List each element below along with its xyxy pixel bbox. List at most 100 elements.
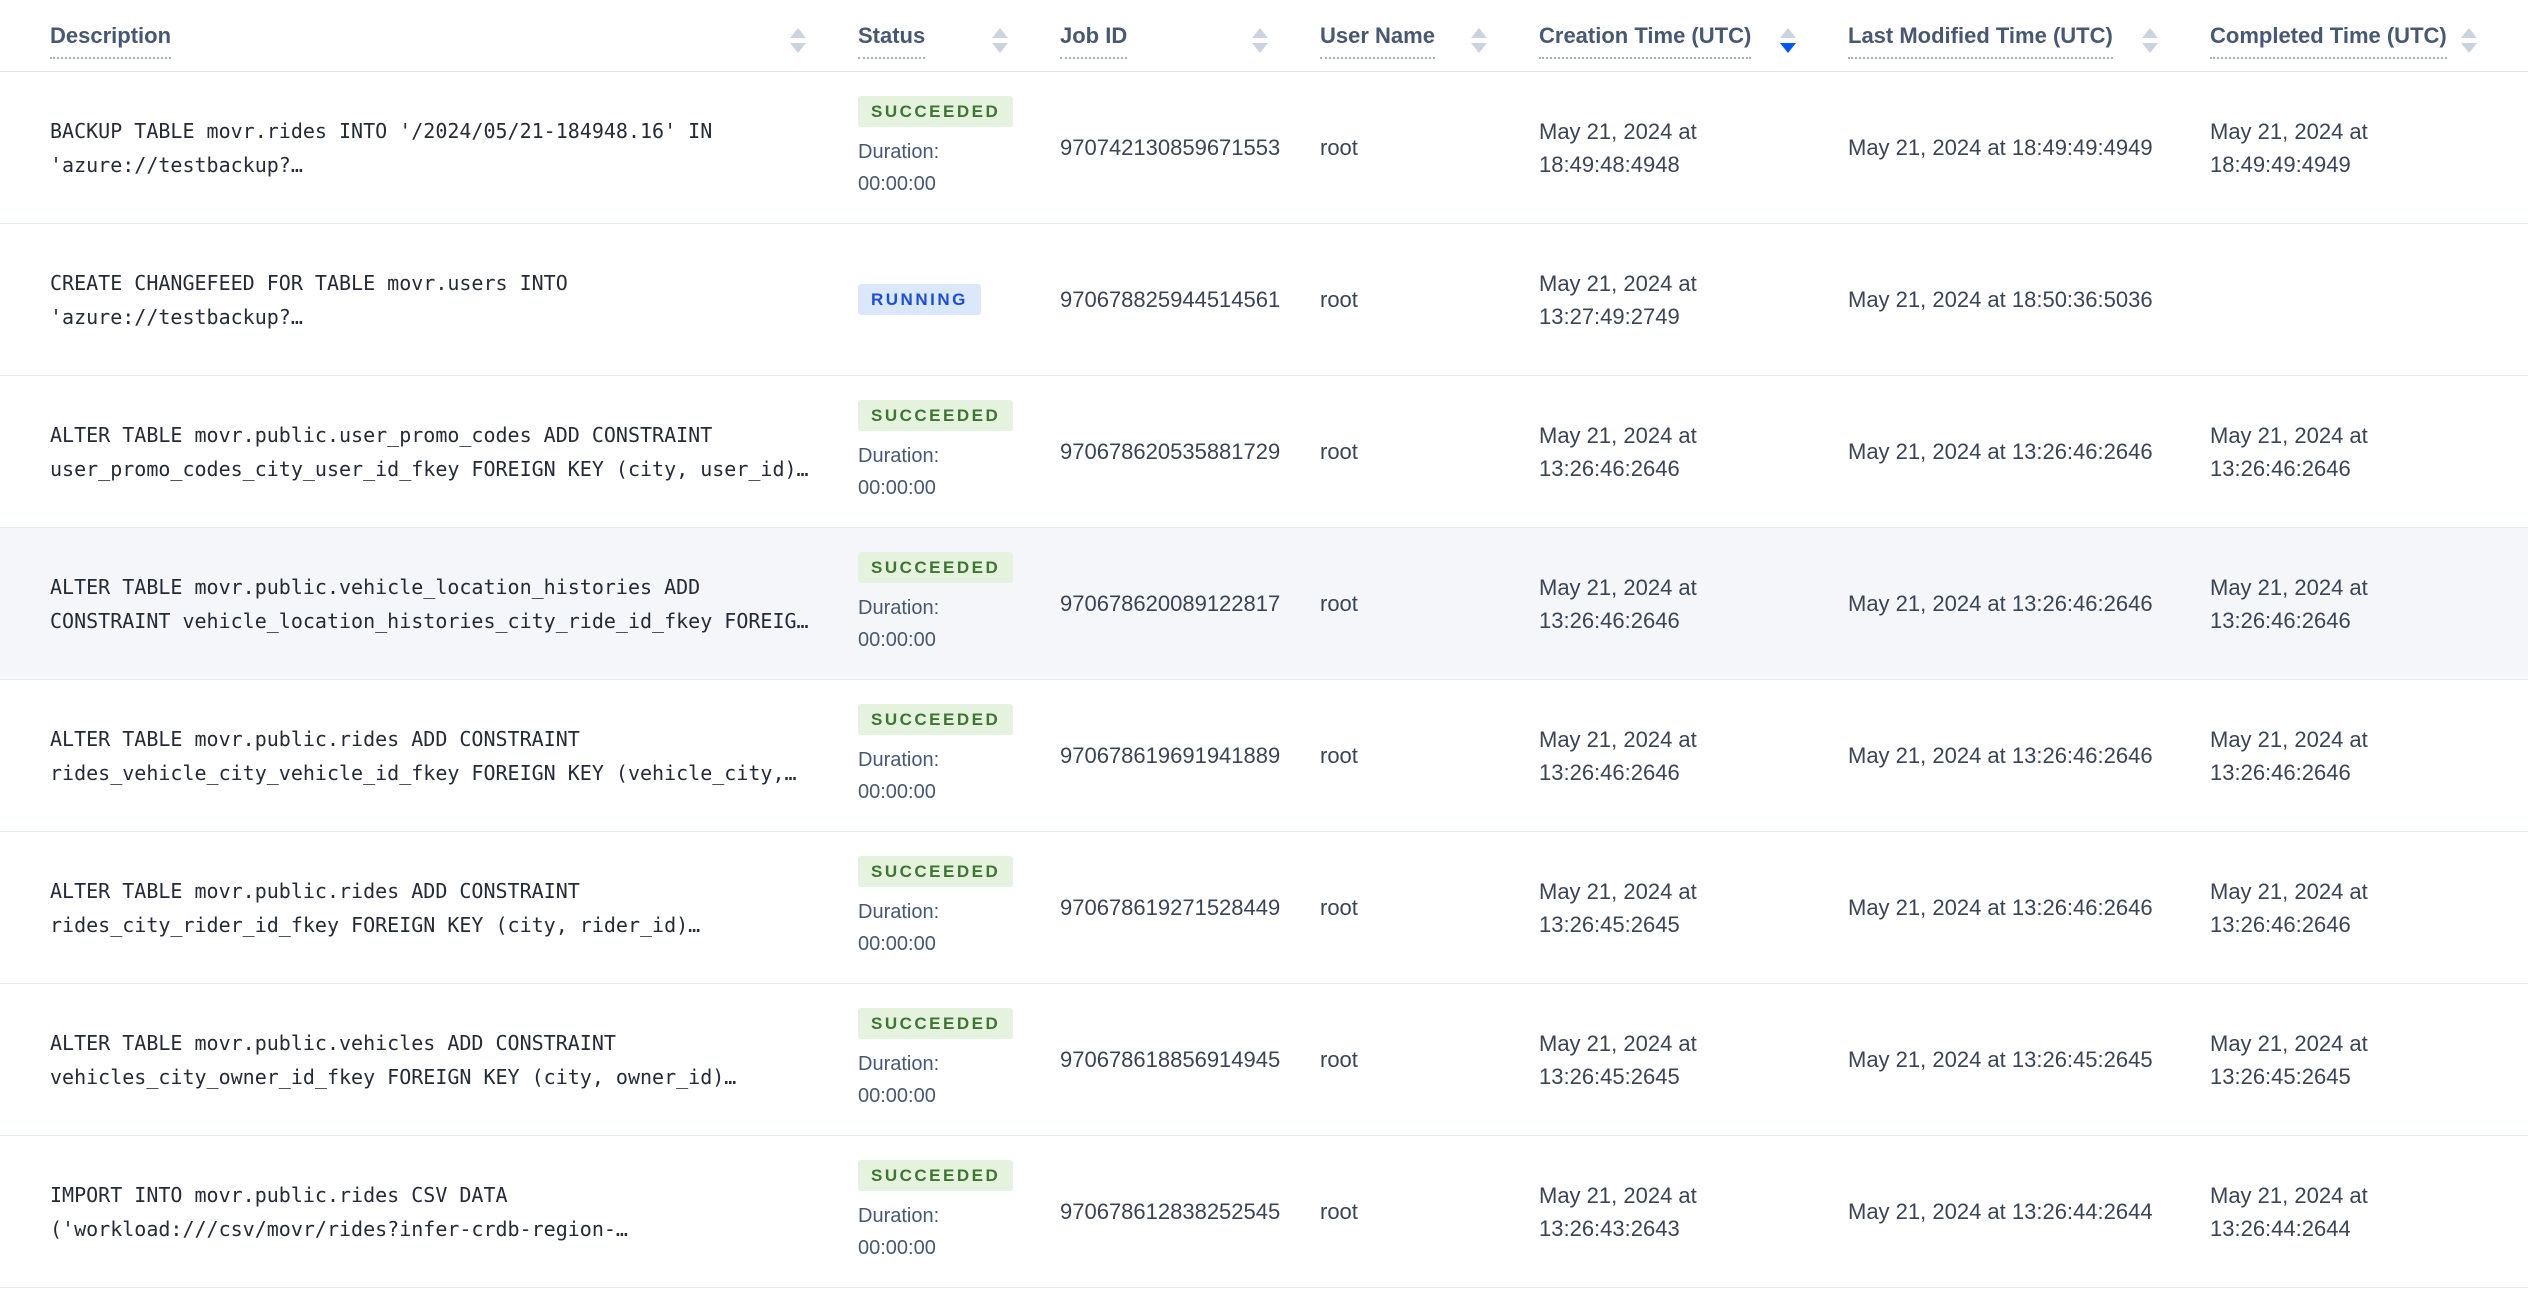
last-modified-cell: May 21, 2024 at 13:26:46:2646: [1848, 439, 2153, 464]
user-name-cell: root: [1320, 134, 1358, 160]
column-header-last-modified-time[interactable]: Last Modified Time (UTC): [1848, 13, 2210, 59]
duration-value: 00:00:00: [858, 476, 936, 499]
jobs-table-header: Description Status Job ID User Name Crea…: [0, 0, 2528, 72]
table-row[interactable]: CREATE CHANGEFEED FOR TABLE movr.users I…: [0, 224, 2528, 376]
table-row[interactable]: IMPORT INTO movr.public.rides CSV DATA ('…: [0, 1136, 2528, 1288]
status-cell: SUCCEEDED Duration: 00:00:00: [858, 95, 1060, 200]
duration-label: Duration:: [858, 444, 940, 467]
job-id-cell: 970742130859671553: [1060, 134, 1281, 160]
column-header-job-id[interactable]: Job ID: [1060, 13, 1320, 59]
duration-value: 00:00:00: [858, 1236, 936, 1259]
column-label: Completed Time (UTC): [2210, 23, 2447, 59]
status-badge: SUCCEEDED: [858, 1007, 1014, 1039]
completed-time-cell: May 21, 2024 at 13:26:46:2646: [2210, 878, 2368, 937]
user-name-cell: root: [1320, 438, 1358, 464]
table-row[interactable]: ALTER TABLE movr.public.rides ADD CONSTR…: [0, 832, 2528, 984]
duration-value: 00:00:00: [858, 780, 936, 803]
sort-icon[interactable]: [1471, 28, 1487, 53]
job-description[interactable]: CREATE CHANGEFEED FOR TABLE movr.users I…: [50, 266, 858, 334]
status-cell: RUNNING: [858, 284, 1060, 315]
user-name-cell: root: [1320, 286, 1358, 312]
creation-time-cell: May 21, 2024 at 13:26:46:2646: [1539, 422, 1697, 481]
job-description[interactable]: ALTER TABLE movr.public.rides ADD CONSTR…: [50, 722, 858, 790]
completed-time-cell: May 21, 2024 at 13:26:46:2646: [2210, 726, 2368, 785]
column-header-completed-time[interactable]: Completed Time (UTC): [2210, 13, 2528, 59]
duration-label: Duration:: [858, 596, 940, 619]
job-id-cell: 970678619271528449: [1060, 894, 1281, 920]
job-description[interactable]: ALTER TABLE movr.public.vehicles ADD CON…: [50, 1026, 858, 1094]
column-header-creation-time[interactable]: Creation Time (UTC): [1539, 13, 1848, 59]
completed-time-cell: May 21, 2024 at 18:49:49:4949: [2210, 118, 2368, 177]
creation-time-cell: May 21, 2024 at 13:26:46:2646: [1539, 574, 1697, 633]
job-id-cell: 970678618856914945: [1060, 1046, 1281, 1072]
creation-time-cell: May 21, 2024 at 13:26:43:2643: [1539, 1182, 1697, 1241]
creation-time-cell: May 21, 2024 at 13:26:45:2645: [1539, 1030, 1697, 1089]
status-cell: SUCCEEDED Duration: 00:00:00: [858, 551, 1060, 656]
job-description[interactable]: IMPORT INTO movr.public.rides CSV DATA ('…: [50, 1178, 858, 1246]
column-label: User Name: [1320, 23, 1435, 59]
sort-icon[interactable]: [1780, 28, 1796, 53]
job-description[interactable]: BACKUP TABLE movr.rides INTO '/2024/05/2…: [50, 114, 858, 182]
column-header-description[interactable]: Description: [50, 13, 858, 59]
job-id-cell: 970678620535881729: [1060, 438, 1281, 464]
job-id-cell: 970678619691941889: [1060, 742, 1281, 768]
status-badge: SUCCEEDED: [858, 1159, 1014, 1191]
creation-time-cell: May 21, 2024 at 13:27:49:2749: [1539, 270, 1697, 329]
job-id-cell: 970678612838252545: [1060, 1198, 1281, 1224]
column-label: Status: [858, 23, 926, 59]
job-description[interactable]: ALTER TABLE movr.public.user_promo_codes…: [50, 418, 858, 486]
sort-icon[interactable]: [790, 28, 806, 53]
status-badge: SUCCEEDED: [858, 855, 1014, 887]
job-description[interactable]: ALTER TABLE movr.public.rides ADD CONSTR…: [50, 874, 858, 942]
completed-time-cell: May 21, 2024 at 13:26:46:2646: [2210, 574, 2368, 633]
user-name-cell: root: [1320, 1046, 1358, 1072]
creation-time-cell: May 21, 2024 at 18:49:48:4948: [1539, 118, 1697, 177]
column-label: Last Modified Time (UTC): [1848, 23, 2113, 59]
status-badge: SUCCEEDED: [858, 551, 1014, 583]
sort-icon[interactable]: [992, 28, 1008, 53]
column-header-status[interactable]: Status: [858, 13, 1060, 59]
sort-icon[interactable]: [2142, 28, 2158, 53]
status-cell: SUCCEEDED Duration: 00:00:00: [858, 703, 1060, 808]
table-row[interactable]: BACKUP TABLE movr.rides INTO '/2024/05/2…: [0, 72, 2528, 224]
column-label: Job ID: [1060, 23, 1128, 59]
sort-icon[interactable]: [2460, 28, 2477, 53]
status-badge: RUNNING: [858, 284, 981, 315]
user-name-cell: root: [1320, 590, 1358, 616]
status-badge: SUCCEEDED: [858, 703, 1014, 735]
job-description[interactable]: ALTER TABLE movr.public.vehicle_location…: [50, 570, 858, 638]
duration-label: Duration:: [858, 140, 940, 163]
table-row[interactable]: ALTER TABLE movr.public.vehicles ADD CON…: [0, 984, 2528, 1136]
duration-label: Duration:: [858, 900, 940, 923]
table-row[interactable]: ALTER TABLE movr.public.rides ADD CONSTR…: [0, 680, 2528, 832]
sort-icon[interactable]: [1252, 28, 1268, 53]
user-name-cell: root: [1320, 1198, 1358, 1224]
jobs-table-body: BACKUP TABLE movr.rides INTO '/2024/05/2…: [0, 72, 2528, 1288]
status-cell: SUCCEEDED Duration: 00:00:00: [858, 855, 1060, 960]
status-cell: SUCCEEDED Duration: 00:00:00: [858, 1159, 1060, 1264]
table-row[interactable]: ALTER TABLE movr.public.vehicle_location…: [0, 528, 2528, 680]
status-badge: SUCCEEDED: [858, 95, 1014, 127]
completed-time-cell: May 21, 2024 at 13:26:45:2645: [2210, 1030, 2368, 1089]
last-modified-cell: May 21, 2024 at 13:26:46:2646: [1848, 895, 2153, 920]
creation-time-cell: May 21, 2024 at 13:26:45:2645: [1539, 878, 1697, 937]
last-modified-cell: May 21, 2024 at 13:26:46:2646: [1848, 743, 2153, 768]
duration-value: 00:00:00: [858, 628, 936, 651]
table-row[interactable]: ALTER TABLE movr.public.user_promo_codes…: [0, 376, 2528, 528]
last-modified-cell: May 21, 2024 at 18:49:49:4949: [1848, 135, 2153, 160]
user-name-cell: root: [1320, 894, 1358, 920]
last-modified-cell: May 21, 2024 at 13:26:44:2644: [1848, 1199, 2153, 1224]
column-header-user-name[interactable]: User Name: [1320, 13, 1539, 59]
duration-value: 00:00:00: [858, 932, 936, 955]
duration-label: Duration:: [858, 748, 940, 771]
last-modified-cell: May 21, 2024 at 13:26:45:2645: [1848, 1047, 2153, 1072]
duration-value: 00:00:00: [858, 1084, 936, 1107]
duration-label: Duration:: [858, 1052, 940, 1075]
creation-time-cell: May 21, 2024 at 13:26:46:2646: [1539, 726, 1697, 785]
user-name-cell: root: [1320, 742, 1358, 768]
job-id-cell: 970678620089122817: [1060, 590, 1281, 616]
status-cell: SUCCEEDED Duration: 00:00:00: [858, 1007, 1060, 1112]
job-id-cell: 970678825944514561: [1060, 286, 1281, 312]
status-cell: SUCCEEDED Duration: 00:00:00: [858, 399, 1060, 504]
column-label: Description: [50, 23, 172, 59]
